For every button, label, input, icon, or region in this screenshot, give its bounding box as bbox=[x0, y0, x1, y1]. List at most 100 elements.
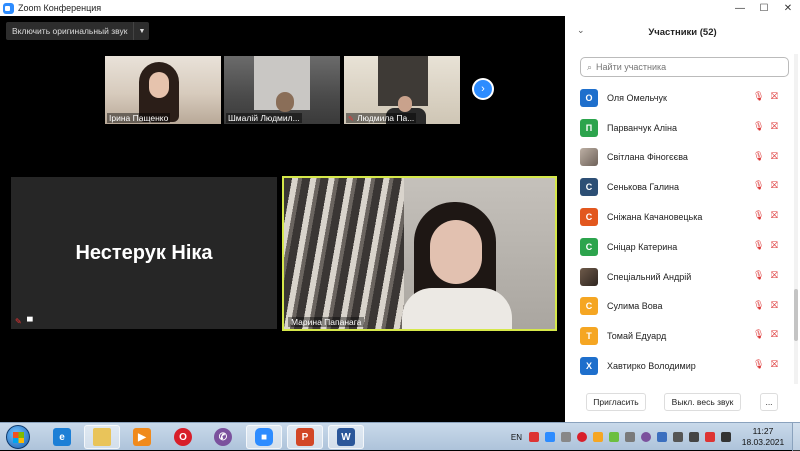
tray-app-icon[interactable] bbox=[545, 432, 555, 442]
participant-display-name: Нестерук Ніка bbox=[75, 241, 213, 264]
collapse-chevron-icon[interactable]: ⌄ bbox=[577, 25, 585, 36]
start-button[interactable] bbox=[6, 425, 30, 449]
zoom-icon[interactable]: ■ bbox=[246, 425, 282, 449]
clock-date: 18.03.2021 bbox=[741, 437, 785, 447]
maximize-button[interactable]: ☐ bbox=[752, 0, 776, 16]
participant-name: Сенькова Галина bbox=[607, 182, 680, 193]
participant-name: Світлана Фіногєєва bbox=[607, 152, 688, 163]
participant-name: Спеціальний Андрій bbox=[607, 271, 692, 282]
mic-muted-icon: 🎙 bbox=[753, 210, 765, 221]
mic-muted-icon: 🎙 bbox=[753, 91, 765, 101]
avatar: О bbox=[580, 88, 598, 107]
participant-name: Парванчук Аліна bbox=[607, 122, 677, 133]
network-icon[interactable] bbox=[689, 432, 699, 442]
mic-muted-icon: 🎙 bbox=[753, 180, 765, 191]
minimize-button[interactable]: — bbox=[728, 0, 752, 16]
mic-muted-icon: 🎙 bbox=[753, 120, 765, 131]
panel-header: ⌄ Участники (52) bbox=[565, 16, 800, 48]
thumbnail-name: Ірина Пащенко bbox=[107, 113, 171, 123]
participant-name: Хавтирко Володимир bbox=[607, 361, 696, 372]
tray-app-icon[interactable] bbox=[561, 432, 571, 442]
video-off-icon: ⛝ bbox=[771, 269, 778, 280]
tray-app-icon[interactable] bbox=[609, 432, 619, 442]
mic-muted-icon: 🎙 bbox=[753, 150, 765, 161]
volume-icon[interactable] bbox=[721, 432, 731, 442]
panel-title: Участники (52) bbox=[648, 26, 717, 38]
participant-name: Сніжана Качановецька bbox=[607, 212, 703, 223]
internet-explorer-icon[interactable]: e bbox=[44, 425, 80, 449]
tray-app-icon[interactable] bbox=[593, 432, 603, 442]
thumbnail-name: Шмалій Людмил... bbox=[226, 113, 302, 123]
participant-row[interactable]: П Парванчук Аліна 🎙 ⛝ bbox=[565, 113, 791, 143]
active-speaker-tile[interactable]: Марина Папанага bbox=[282, 176, 557, 331]
word-icon[interactable]: W bbox=[328, 425, 364, 449]
mic-muted-icon: ✎ bbox=[15, 317, 22, 326]
close-button[interactable]: ✕ bbox=[776, 0, 800, 16]
participant-thumbnail[interactable]: ✎ Людмила Па... bbox=[344, 56, 460, 124]
viber-tray-icon[interactable] bbox=[641, 432, 651, 442]
tray-app-icon[interactable] bbox=[673, 432, 683, 442]
zoom-app-icon bbox=[3, 2, 14, 14]
tray-app-icon[interactable] bbox=[625, 432, 635, 442]
avatar: Т bbox=[580, 327, 598, 346]
participant-row[interactable]: С Сулима Вова 🎙 ⛝ bbox=[565, 292, 791, 322]
participant-list-scrollbar[interactable] bbox=[794, 54, 798, 384]
window-title: Zoom Конференция bbox=[18, 3, 102, 13]
participant-row[interactable]: Спеціальний Андрій 🎙 ⛝ bbox=[565, 262, 791, 292]
mute-all-button[interactable]: Выкл. весь звук bbox=[664, 393, 741, 411]
participant-row[interactable]: Х Хавтирко Володимир 🎙 ⛝ bbox=[565, 351, 791, 381]
participant-thumbnail[interactable]: Шмалій Людмил... bbox=[224, 56, 340, 124]
window-title-bar: Zoom Конференция — ☐ ✕ bbox=[0, 0, 800, 16]
participants-panel: ⌄ Участники (52) ⌕ О Оля Омельчук 🎙 ⛝ П П… bbox=[565, 16, 800, 422]
avatar: С bbox=[580, 237, 598, 256]
video-off-icon: ⛝ bbox=[771, 120, 778, 131]
mic-muted-icon: 🎙 bbox=[753, 299, 765, 310]
next-page-button[interactable]: › bbox=[472, 78, 494, 100]
powerpoint-icon[interactable]: P bbox=[287, 425, 323, 449]
participant-row[interactable]: С Сніцар Катерина 🎙 ⛝ bbox=[565, 232, 791, 262]
viber-icon[interactable]: ✆ bbox=[205, 425, 241, 449]
search-input[interactable] bbox=[596, 62, 777, 72]
clock[interactable]: 11:27 18.03.2021 bbox=[734, 426, 792, 448]
scrollbar-thumb[interactable] bbox=[794, 289, 798, 341]
avatar bbox=[580, 148, 598, 167]
avatar: Х bbox=[580, 357, 598, 376]
chevron-down-icon[interactable]: ▼ bbox=[133, 22, 149, 40]
opera-tray-icon[interactable] bbox=[577, 432, 587, 442]
video-off-icon: ⛝ bbox=[771, 299, 778, 310]
avatar: С bbox=[580, 297, 598, 316]
tray-app-icon[interactable] bbox=[529, 432, 539, 442]
participant-thumbnail[interactable]: Ірина Пащенко bbox=[105, 56, 221, 124]
mic-muted-icon: 🎙 bbox=[753, 239, 765, 250]
avatar bbox=[580, 267, 598, 286]
bluetooth-icon[interactable] bbox=[657, 432, 667, 442]
participant-list: О Оля Омельчук 🎙 ⛝ П Парванчук Аліна 🎙 ⛝ С… bbox=[565, 83, 791, 381]
participant-name: Сніцар Катерина bbox=[607, 241, 678, 252]
opera-icon[interactable]: O bbox=[165, 425, 201, 449]
search-icon: ⌕ bbox=[587, 61, 593, 72]
file-explorer-icon[interactable] bbox=[84, 425, 120, 449]
avatar: С bbox=[580, 208, 598, 227]
participant-row[interactable]: Світлана Фіногєєва 🎙 ⛝ bbox=[565, 143, 791, 173]
thumbnail-name: Людмила Па... bbox=[357, 113, 415, 123]
chevron-right-icon: › bbox=[474, 80, 492, 98]
participant-row[interactable]: Т Томай Едуард 🎙 ⛝ bbox=[565, 321, 791, 351]
windows-taskbar: e ▶ O ✆ ■ P W EN 11:27 18.03.2021 bbox=[0, 422, 800, 451]
invite-button[interactable]: Пригласить bbox=[586, 393, 646, 411]
participant-row[interactable]: С Сніжана Качановецька 🎙 ⛝ bbox=[565, 202, 791, 232]
participant-row[interactable]: С Сенькова Галина 🎙 ⛝ bbox=[565, 172, 791, 202]
media-player-icon[interactable]: ▶ bbox=[124, 425, 160, 449]
participant-name-tile[interactable]: Нестерук Ніка ✎ ▀ bbox=[11, 177, 277, 329]
clock-time: 11:27 bbox=[752, 426, 774, 436]
participant-search[interactable]: ⌕ bbox=[580, 57, 789, 77]
participant-name: Томай Едуард bbox=[607, 331, 667, 342]
more-options-button[interactable]: ... bbox=[760, 393, 778, 411]
meeting-video-area: Включить оригинальный звук ▼ Ірина Пащен… bbox=[0, 16, 565, 422]
show-desktop-button[interactable] bbox=[792, 423, 800, 451]
original-sound-button[interactable]: Включить оригинальный звук ▼ bbox=[6, 22, 150, 40]
avatar: С bbox=[580, 178, 598, 197]
language-indicator[interactable]: EN bbox=[511, 433, 522, 442]
video-off-icon: ⛝ bbox=[771, 150, 778, 161]
participant-row[interactable]: О Оля Омельчук 🎙 ⛝ bbox=[565, 83, 791, 113]
tray-app-icon[interactable] bbox=[705, 432, 715, 442]
